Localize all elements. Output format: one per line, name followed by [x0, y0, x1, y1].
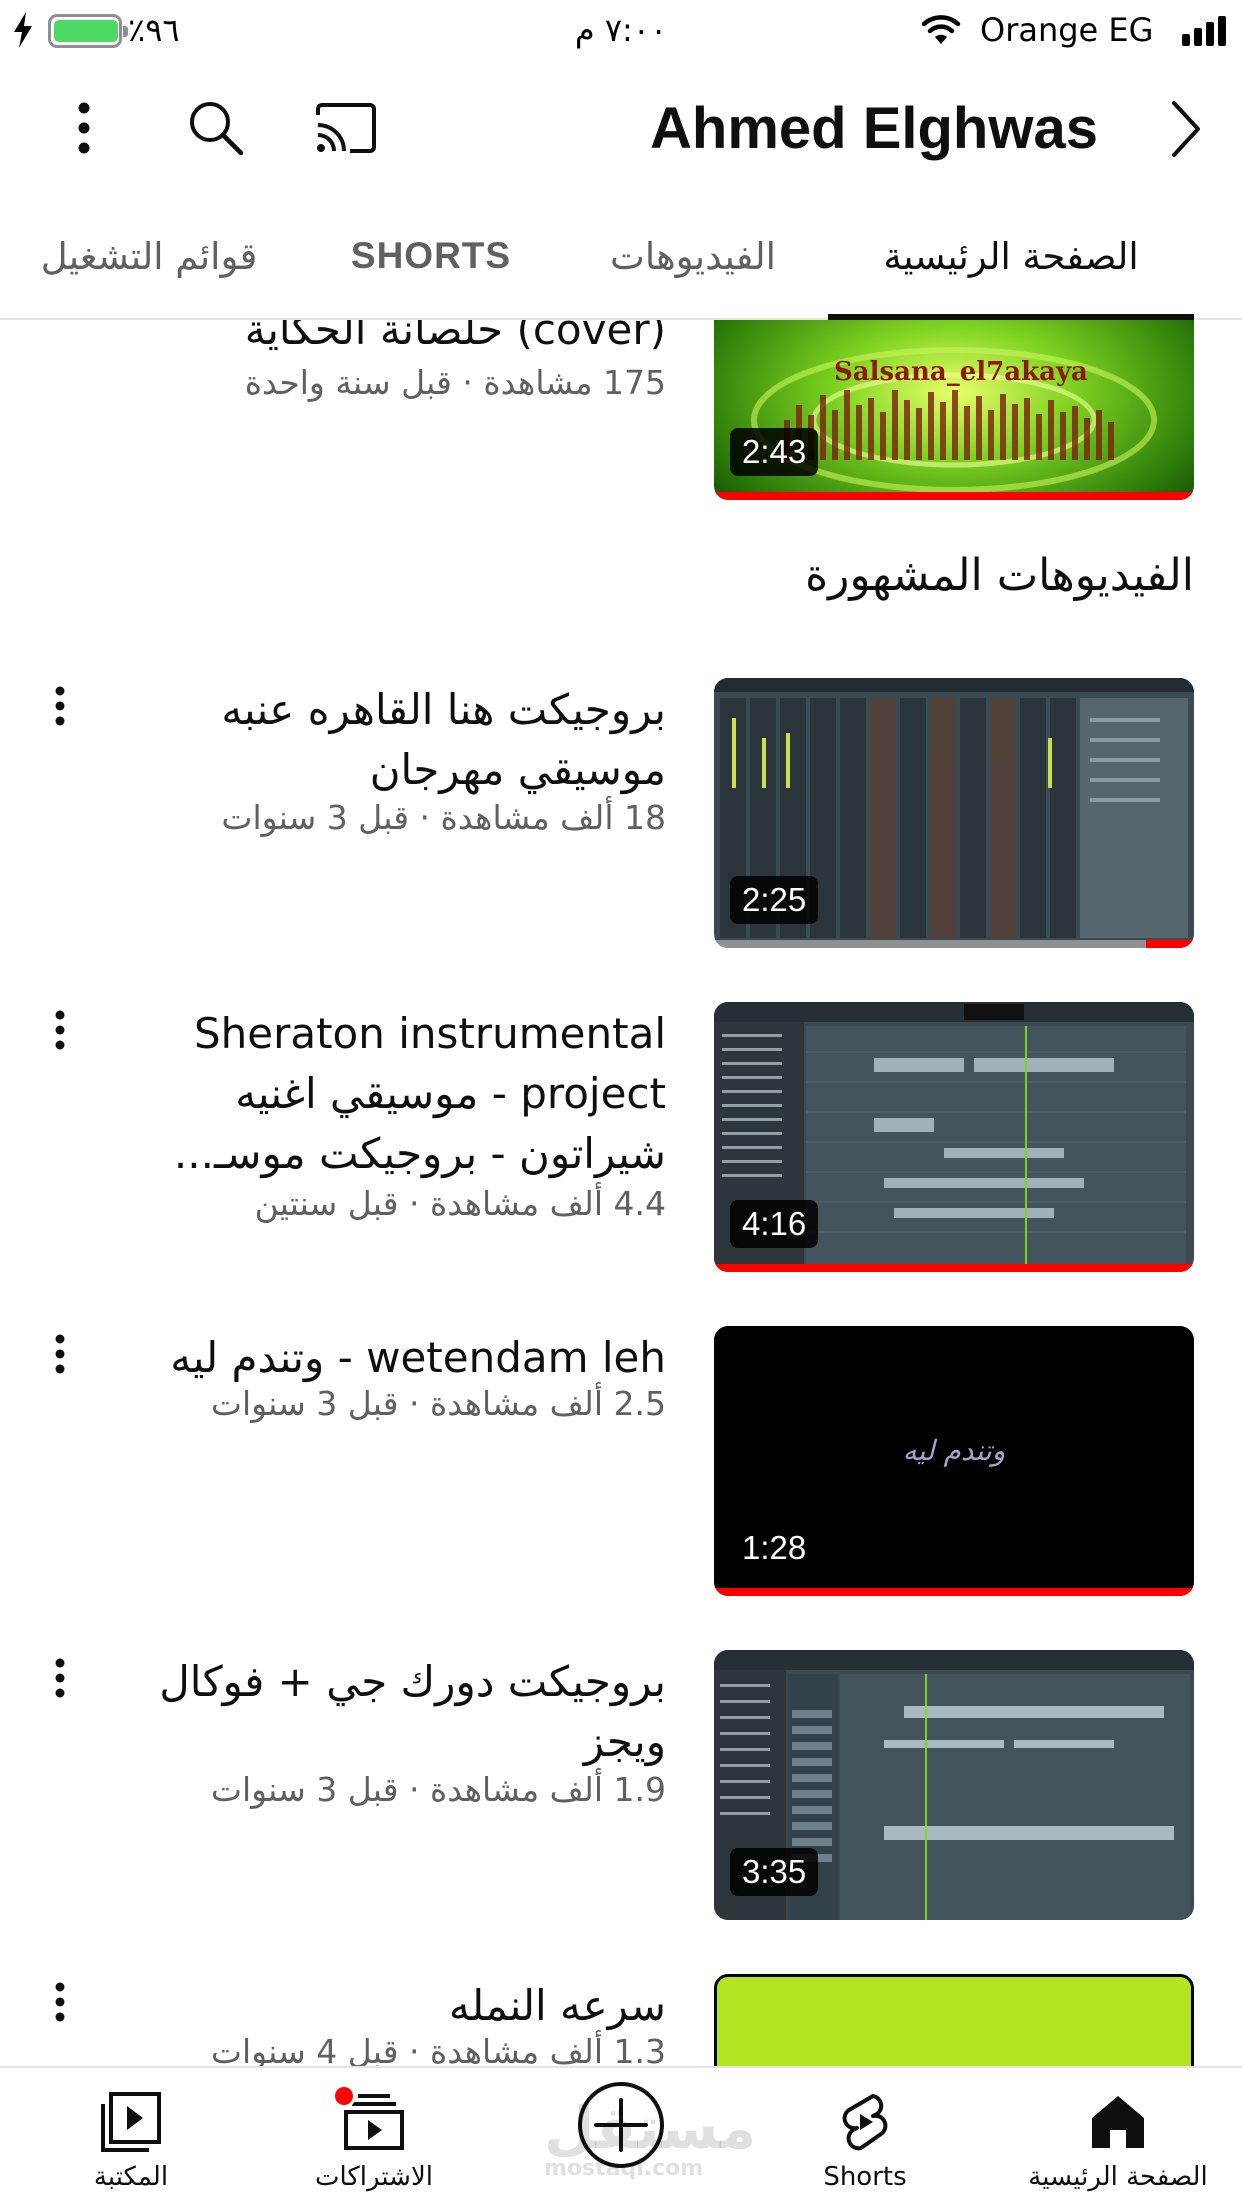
carrier-name: Orange EG: [980, 11, 1154, 49]
nav-library-label: المكتبة: [93, 2162, 169, 2192]
more-vert-icon: [55, 1010, 65, 1050]
video-item[interactable]: وتندم ليه 1:28 wetendam leh - وتندم ليه …: [0, 1326, 1242, 1616]
video-item[interactable]: Salsana_el7akaya 2:43 (cover) حلصانة الح…: [0, 320, 1242, 520]
video-item[interactable]: 2:25 بروجيكت هنا القاهره عنبه موسيقي مهر…: [0, 678, 1242, 968]
video-title[interactable]: بروجيكت هنا القاهره عنبه موسيقي مهرجان: [96, 680, 666, 800]
video-thumbnail[interactable]: 2:25: [714, 678, 1194, 948]
more-options-button[interactable]: [56, 92, 112, 164]
subscriptions-icon: [332, 2084, 406, 2154]
more-vert-icon: [55, 686, 65, 726]
nav-subscriptions-label: الاشتراكات: [314, 2162, 434, 2192]
video-meta: 1.9 ألف مشاهدة · قبل 3 سنوات: [210, 1770, 666, 1809]
nav-home[interactable]: الصفحة الرئيسية: [1018, 2068, 1218, 2208]
thumbnail-caption: Salsana_el7akaya: [834, 357, 1088, 387]
nav-library[interactable]: المكتبة: [56, 2068, 206, 2208]
video-item[interactable]: سرعه النمله 1.3 ألف مشاهدة · قبل 4 سنوات: [0, 1974, 1242, 2066]
wifi-icon: [921, 15, 961, 44]
video-meta: 2.5 ألف مشاهدة · قبل 3 سنوات: [210, 1384, 666, 1423]
new-content-dot: [332, 2084, 356, 2108]
more-vert-icon: [55, 1334, 65, 1374]
video-more-button[interactable]: [40, 1010, 80, 1070]
tab-playlists-label: قوائم التشغيل: [40, 234, 258, 278]
video-thumbnail[interactable]: [714, 1974, 1194, 2066]
active-tab-indicator: [828, 314, 1194, 320]
chevron-right-icon: [1172, 101, 1200, 157]
forward-button[interactable]: [1158, 96, 1214, 162]
tab-home-label: الصفحة الرئيسية: [883, 234, 1139, 278]
tab-videos[interactable]: الفيديوهات: [580, 194, 806, 318]
watch-progress-bar: [1146, 940, 1194, 948]
video-title[interactable]: سرعه النمله: [96, 1976, 666, 2036]
video-meta: 175 مشاهدة · قبل سنة واحدة: [244, 363, 666, 402]
video-more-button[interactable]: [40, 1982, 80, 2042]
video-more-button[interactable]: [40, 1658, 80, 1718]
watch-progress-track: [714, 940, 1194, 948]
video-duration: 1:28: [742, 1529, 807, 1566]
more-vert-icon: [55, 1982, 65, 2022]
tab-videos-label: الفيديوهات: [610, 234, 776, 278]
video-meta: 1.3 ألف مشاهدة · قبل 4 سنوات: [210, 2032, 666, 2066]
nav-shorts-label: Shorts: [823, 2162, 907, 2192]
cellular-signal-icon: [1182, 16, 1226, 46]
cast-button[interactable]: [310, 92, 382, 164]
nav-home-label: الصفحة الرئيسية: [1028, 2162, 1208, 2192]
video-thumbnail[interactable]: Salsana_el7akaya 2:43: [714, 320, 1194, 500]
tab-shorts-label: SHORTS: [350, 235, 512, 276]
cast-icon: [316, 103, 376, 153]
bottom-navigation: الصفحة الرئيسية Shorts مستقل mostaql.com…: [0, 2066, 1242, 2208]
channel-tabs: الصفحة الرئيسية الفيديوهات SHORTS قوائم …: [0, 194, 1242, 320]
library-icon: [101, 2092, 161, 2152]
more-vert-icon: [55, 1658, 65, 1698]
video-thumbnail[interactable]: وتندم ليه 1:28: [714, 1326, 1194, 1596]
video-more-button[interactable]: [40, 686, 80, 746]
tab-home[interactable]: الصفحة الرئيسية: [828, 194, 1194, 320]
tab-shorts[interactable]: SHORTS: [330, 194, 532, 318]
thumbnail-caption: وتندم ليه: [902, 1434, 1006, 1467]
more-vert-icon: [78, 102, 90, 154]
home-icon: [1092, 2096, 1144, 2148]
video-item[interactable]: 3:35 بروجيكت دورك جي + فوكال ويجز 1.9 أل…: [0, 1650, 1242, 1940]
video-title[interactable]: (cover) حلصانة الحكاية: [96, 320, 666, 360]
video-duration: 2:25: [730, 876, 819, 924]
status-bar: ٪٩٦ ٧:٠٠ م Orange EG: [0, 0, 1242, 62]
video-duration: 4:16: [730, 1200, 819, 1248]
video-duration: 2:43: [730, 428, 819, 476]
video-thumbnail[interactable]: 3:35: [714, 1650, 1194, 1920]
search-button[interactable]: [180, 92, 252, 164]
nav-subscriptions[interactable]: الاشتراكات: [294, 2068, 454, 2208]
channel-title: Ahmed Elghwas: [650, 96, 1098, 161]
nav-shorts[interactable]: Shorts: [790, 2068, 940, 2208]
watch-progress-bar: [714, 1264, 1194, 1272]
video-thumbnail[interactable]: 4:16: [714, 1002, 1194, 1272]
video-meta: 18 ألف مشاهدة · قبل 3 سنوات: [221, 798, 666, 837]
video-title[interactable]: wetendam leh - وتندم ليه: [96, 1328, 666, 1388]
create-button[interactable]: [578, 2082, 664, 2168]
channel-header: Ahmed Elghwas: [0, 62, 1242, 194]
search-icon: [190, 102, 244, 156]
video-title[interactable]: Sheraton instrumental project - موسيقي ا…: [96, 1004, 666, 1184]
video-duration: 3:35: [730, 1848, 819, 1896]
popular-videos-heading: الفيديوهات المشهورة: [805, 550, 1194, 601]
video-title[interactable]: بروجيكت دورك جي + فوكال ويجز: [96, 1652, 666, 1772]
video-meta: 4.4 ألف مشاهدة · قبل سنتين: [254, 1184, 666, 1223]
video-item[interactable]: 4:16 Sheraton instrumental project - موس…: [0, 1002, 1242, 1292]
watch-progress-bar: [714, 1588, 1194, 1596]
shorts-icon: [842, 2094, 888, 2151]
watch-progress-bar: [714, 492, 1194, 500]
tab-playlists[interactable]: قوائم التشغيل: [14, 194, 284, 318]
video-feed: Salsana_el7akaya 2:43 (cover) حلصانة الح…: [0, 320, 1242, 2066]
video-more-button[interactable]: [40, 1334, 80, 1394]
create-plus-icon: [594, 2098, 648, 2152]
